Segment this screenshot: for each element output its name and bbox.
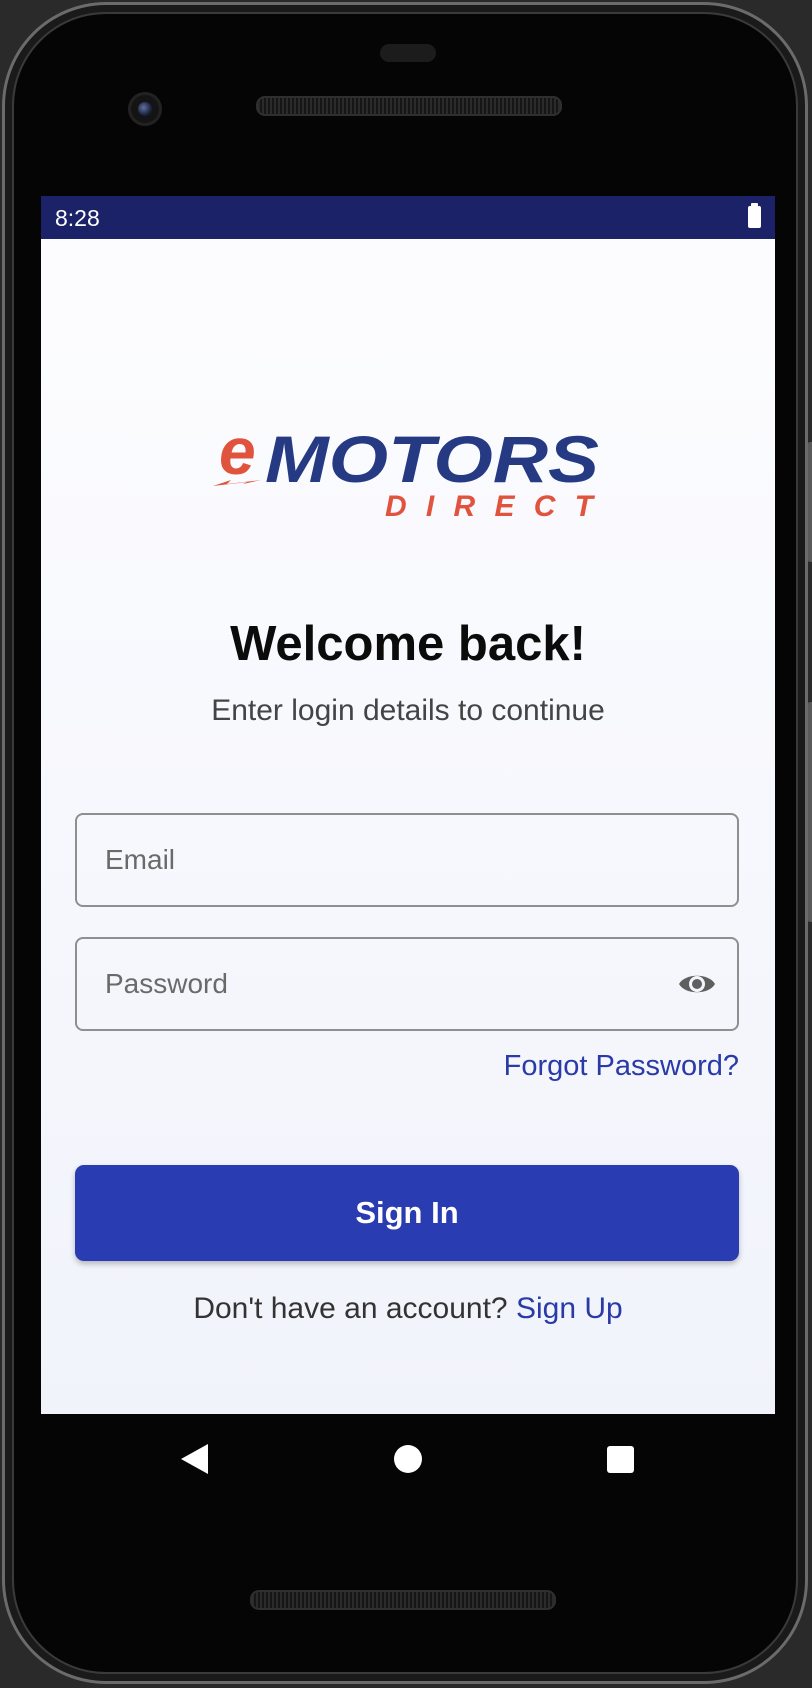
- phone-frame: 8:28 e MOTORS DIRECT Welcome back! Enter…: [2, 2, 812, 1684]
- forgot-password-link[interactable]: Forgot Password?: [504, 1050, 739, 1083]
- home-icon[interactable]: [394, 1445, 422, 1473]
- app-screen: 8:28 e MOTORS DIRECT Welcome back! Enter…: [41, 196, 775, 1414]
- password-input[interactable]: [77, 939, 737, 1029]
- page-title: Welcome back!: [230, 617, 586, 671]
- battery-icon: [748, 203, 761, 228]
- power-button: [808, 442, 812, 562]
- back-icon[interactable]: [181, 1444, 208, 1474]
- recents-icon[interactable]: [607, 1446, 634, 1473]
- signup-prompt: Don't have an account?: [193, 1292, 508, 1325]
- bottom-speaker: [250, 1590, 556, 1610]
- status-time: 8:28: [55, 205, 100, 231]
- top-speaker: [256, 96, 562, 116]
- emotors-logo: e MOTORS DIRECT: [213, 420, 599, 520]
- earpiece: [380, 44, 436, 62]
- status-bar: 8:28: [41, 196, 775, 239]
- logo-motors: MOTORS: [265, 422, 599, 496]
- email-field[interactable]: [75, 813, 739, 907]
- page-subtitle: Enter login details to continue: [211, 694, 605, 727]
- sign-in-button[interactable]: Sign In: [75, 1165, 739, 1261]
- volume-button: [808, 702, 812, 922]
- email-input[interactable]: [77, 815, 737, 905]
- signup-row: Don't have an account? Sign Up: [41, 1292, 775, 1326]
- sign-up-link[interactable]: Sign Up: [516, 1292, 623, 1325]
- android-nav-bar: [41, 1414, 775, 1514]
- logo-e: e: [219, 420, 256, 488]
- front-camera-icon: [128, 92, 162, 126]
- password-field[interactable]: [75, 937, 739, 1031]
- eye-icon[interactable]: [677, 969, 717, 999]
